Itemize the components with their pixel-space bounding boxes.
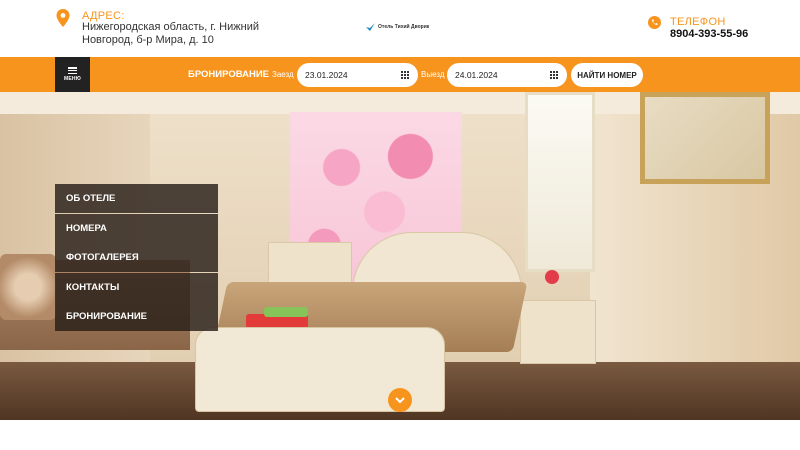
checkout-label: Выезд bbox=[421, 70, 445, 79]
checkin-label: Заезд bbox=[272, 70, 294, 79]
calendar-icon[interactable] bbox=[550, 71, 558, 79]
towel bbox=[264, 307, 308, 317]
phone-icon bbox=[648, 16, 661, 29]
sofa-cushion bbox=[0, 254, 56, 320]
site-header: АДРЕС: Нижегородская область, г. Нижний … bbox=[0, 0, 800, 57]
nav-item-contacts[interactable]: КОНТАКТЫ bbox=[55, 272, 218, 302]
scroll-down-button[interactable] bbox=[388, 388, 412, 412]
chevron-down-icon bbox=[395, 396, 405, 403]
checkin-date-field[interactable]: 23.01.2024 bbox=[297, 63, 418, 87]
phone-title: ТЕЛЕФОН bbox=[670, 16, 726, 28]
calendar-icon[interactable] bbox=[401, 71, 409, 79]
address-text: Нижегородская область, г. Нижний Новгоро… bbox=[82, 21, 259, 46]
window bbox=[525, 92, 595, 272]
logo-mark-icon bbox=[366, 23, 375, 31]
phone-number[interactable]: 8904-393-55-96 bbox=[670, 28, 748, 40]
flower-vase bbox=[545, 270, 559, 284]
checkout-date-field[interactable]: 24.01.2024 bbox=[447, 63, 567, 87]
framed-painting bbox=[640, 92, 770, 184]
checkout-date-value: 24.01.2024 bbox=[455, 70, 498, 80]
nav-item-booking[interactable]: БРОНИРОВАНИЕ bbox=[55, 302, 218, 331]
booking-bar: МЕНЮ БРОНИРОВАНИЕ Заезд 23.01.2024 Выезд… bbox=[0, 57, 800, 92]
site-logo[interactable]: Отель Тихий Дворик bbox=[366, 23, 429, 31]
nightstand bbox=[520, 300, 596, 364]
checkin-date-value: 23.01.2024 bbox=[305, 70, 348, 80]
hamburger-icon bbox=[68, 67, 77, 74]
nav-item-gallery[interactable]: ФОТОГАЛЕРЕЯ bbox=[55, 243, 218, 272]
menu-button[interactable]: МЕНЮ bbox=[55, 57, 90, 92]
side-navigation: ОБ ОТЕЛЕ НОМЕРА ФОТОГАЛЕРЕЯ КОНТАКТЫ БРО… bbox=[55, 184, 218, 332]
nav-item-about[interactable]: ОБ ОТЕЛЕ bbox=[55, 184, 218, 213]
logo-text: Отель Тихий Дворик bbox=[378, 24, 430, 30]
menu-label: МЕНЮ bbox=[63, 76, 82, 82]
find-room-button[interactable]: НАЙТИ НОМЕР bbox=[571, 63, 643, 87]
booking-label: БРОНИРОВАНИЕ bbox=[188, 69, 269, 80]
map-pin-icon bbox=[56, 9, 70, 27]
nav-item-rooms[interactable]: НОМЕРА bbox=[55, 213, 218, 243]
